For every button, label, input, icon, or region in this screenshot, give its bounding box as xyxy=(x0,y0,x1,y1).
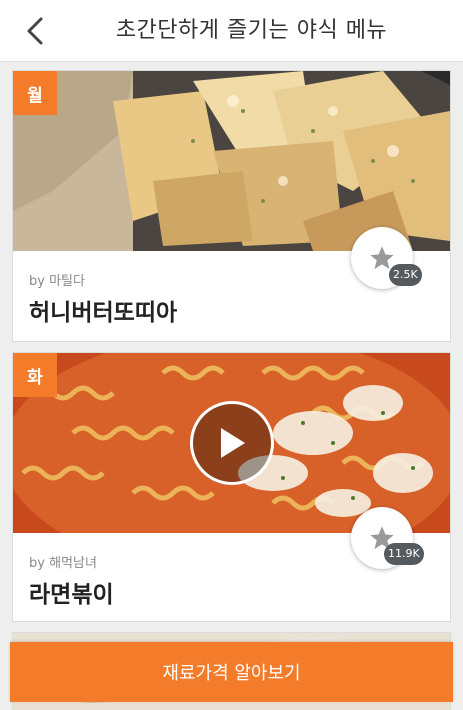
recipe-photo xyxy=(13,353,450,533)
favorite-count: 2.5K xyxy=(389,264,422,286)
play-icon xyxy=(221,428,245,458)
day-badge: 화 xyxy=(13,353,57,397)
chevron-left-icon xyxy=(27,17,43,45)
favorite-count: 11.9K xyxy=(384,543,424,565)
recipe-title: 허니버터또띠아 xyxy=(29,300,178,326)
recipe-card[interactable]: 월 by 마틸다 허니버터또띠아 2.5K xyxy=(12,70,451,342)
recipe-card[interactable]: 화 by 해먹남녀 라면볶이 11.9K xyxy=(12,352,451,622)
recipe-photo xyxy=(13,71,450,251)
back-button[interactable] xyxy=(18,14,52,48)
recipe-author: by 해먹남녀 xyxy=(29,556,97,571)
page-title: 초간단하게 즐기는 야식 메뉴 xyxy=(115,18,388,43)
recipe-author: by 마틸다 xyxy=(29,274,85,289)
check-ingredient-price-button[interactable]: 재료가격 알아보기 xyxy=(10,642,453,702)
app-header: 초간단하게 즐기는 야식 메뉴 xyxy=(0,0,463,62)
play-button[interactable] xyxy=(190,401,274,485)
recipe-title: 라면볶이 xyxy=(29,582,114,608)
day-badge: 월 xyxy=(13,71,57,115)
